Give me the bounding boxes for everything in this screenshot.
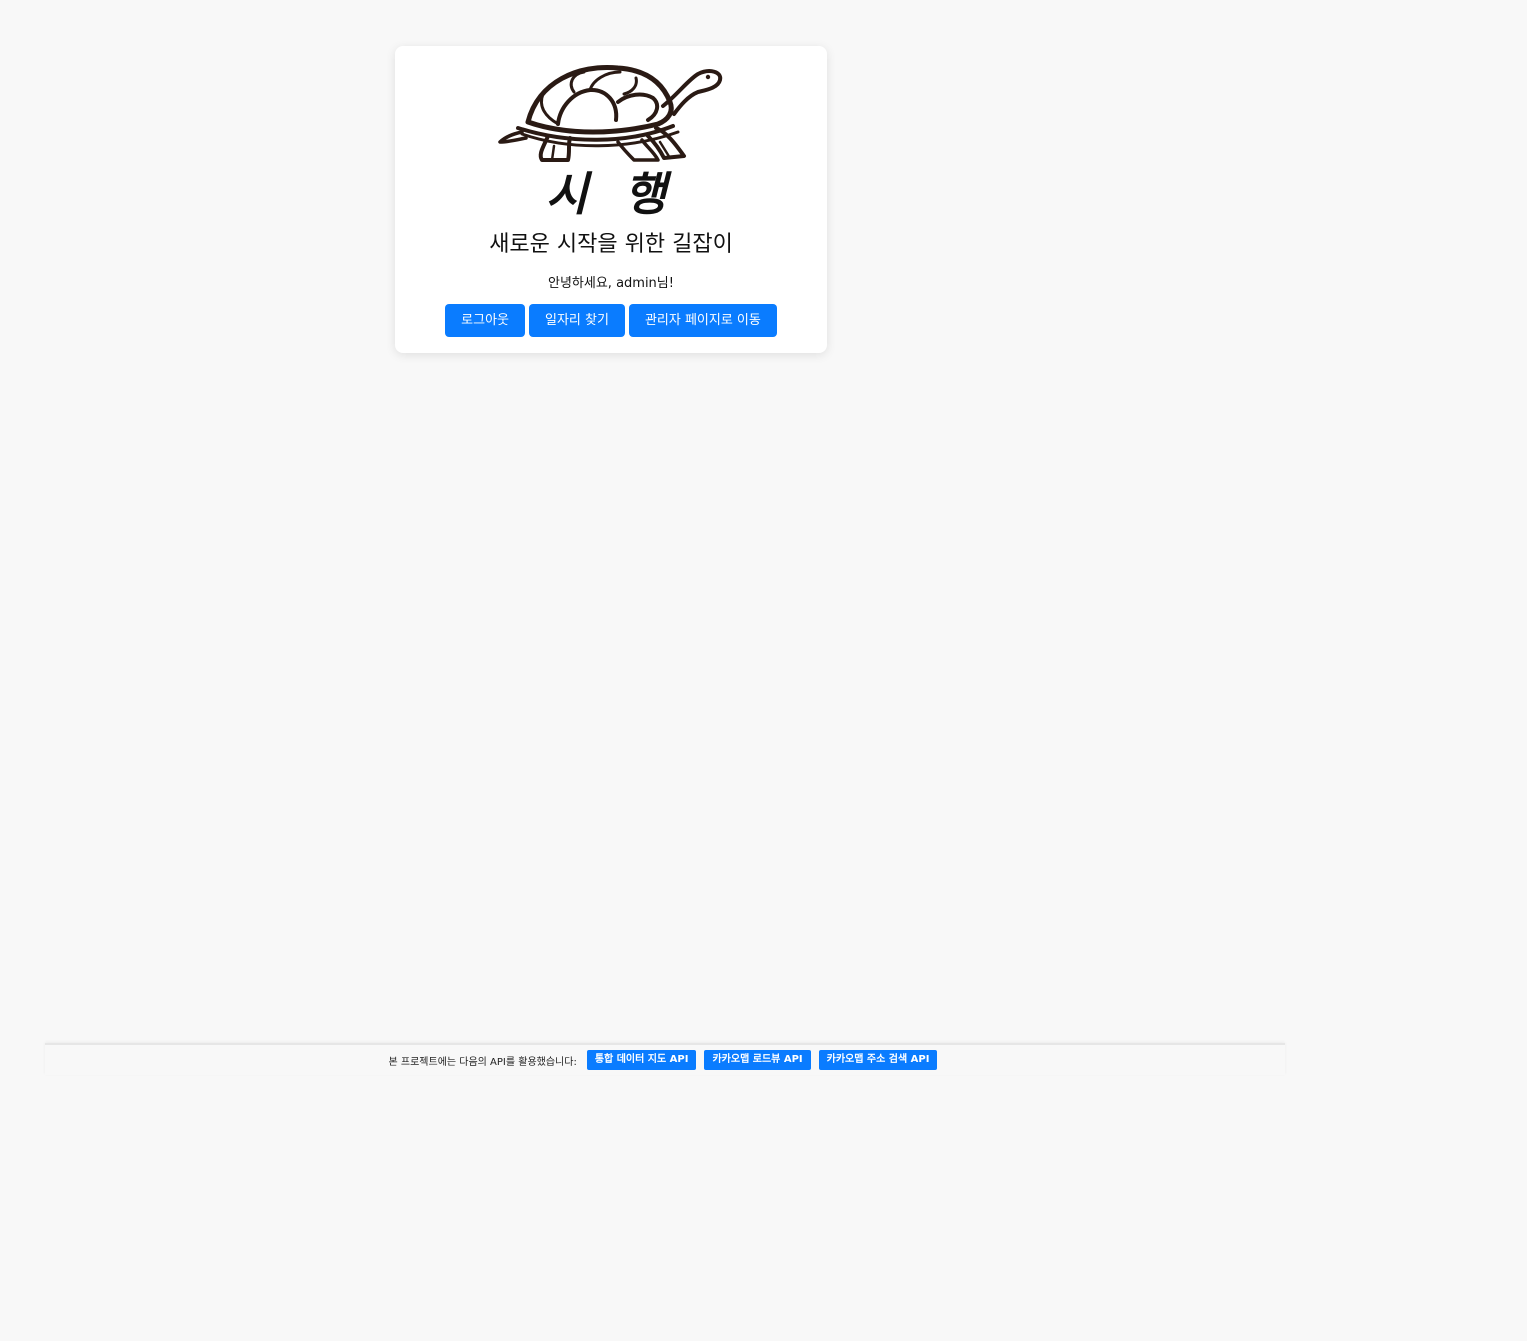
turtle-logo-icon bbox=[498, 64, 723, 162]
api-credits-footer: 본 프로젝트에는 다음의 API를 활용했습니다: 통합 데이터 지도 API … bbox=[45, 1043, 1285, 1075]
data-map-api-link[interactable]: 통합 데이터 지도 API bbox=[586, 1050, 697, 1070]
logout-button[interactable]: 로그아웃 bbox=[445, 304, 525, 337]
welcome-card: 시 행 새로운 시작을 위한 길잡이 안녕하세요, admin님! 로그아웃 일… bbox=[395, 46, 827, 353]
find-jobs-button[interactable]: 일자리 찾기 bbox=[529, 304, 625, 337]
action-buttons: 로그아웃 일자리 찾기 관리자 페이지로 이동 bbox=[395, 304, 827, 337]
kakao-address-search-api-link[interactable]: 카카오맵 주소 검색 API bbox=[818, 1050, 938, 1070]
tagline: 새로운 시작을 위한 길잡이 bbox=[489, 232, 733, 257]
admin-page-button[interactable]: 관리자 페이지로 이동 bbox=[628, 304, 777, 337]
api-credits-notice: 본 프로젝트에는 다음의 API를 활용했습니다: bbox=[388, 1056, 577, 1068]
greeting-text: 안녕하세요, admin님! bbox=[548, 276, 674, 291]
brand-title: 시 행 bbox=[545, 167, 677, 221]
kakao-roadview-api-link[interactable]: 카카오맵 로드뷰 API bbox=[704, 1050, 811, 1070]
